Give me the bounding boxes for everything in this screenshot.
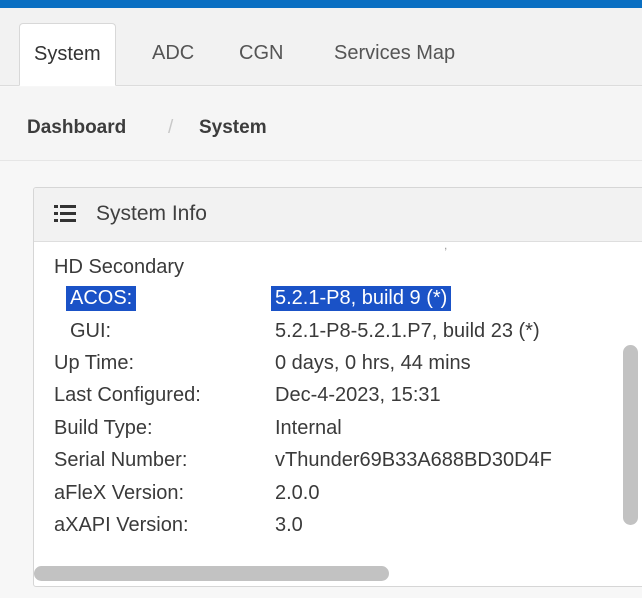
top-accent-bar bbox=[0, 0, 642, 8]
build-type-label: Build Type: bbox=[54, 417, 153, 439]
system-info-panel: System Info , HD Secondary ACOS: 5.2.1-P… bbox=[33, 187, 642, 587]
gui-value: 5.2.1-P8-5.2.1.P7, build 23 (*) bbox=[275, 320, 540, 342]
uptime-value: 0 days, 0 hrs, 44 mins bbox=[275, 352, 471, 374]
main-tabbar: System ADC CGN Services Map bbox=[0, 8, 642, 86]
breadcrumb-separator: / bbox=[168, 117, 174, 138]
aflex-version-label: aFleX Version: bbox=[54, 482, 185, 504]
horizontal-scrollbar-thumb[interactable] bbox=[34, 566, 389, 581]
acos-label: ACOS: bbox=[66, 286, 137, 311]
aflex-version-value: 2.0.0 bbox=[275, 482, 320, 504]
list-icon bbox=[54, 205, 76, 222]
axapi-version-label: aXAPI Version: bbox=[54, 514, 189, 536]
tab-services-map[interactable]: Services Map bbox=[320, 23, 469, 86]
build-type-value: Internal bbox=[275, 417, 342, 439]
breadcrumb-system: System bbox=[199, 117, 267, 138]
tab-system[interactable]: System bbox=[19, 23, 116, 86]
system-info-content[interactable]: , HD Secondary ACOS: 5.2.1-P8, build 9 (… bbox=[34, 242, 642, 586]
section-heading: HD Secondary bbox=[54, 256, 185, 278]
breadcrumb-dashboard[interactable]: Dashboard bbox=[27, 117, 126, 139]
vertical-scrollbar-thumb[interactable] bbox=[623, 345, 638, 525]
axapi-version-value: 3.0 bbox=[275, 514, 303, 536]
serial-number-value: vThunder69B33A688BD30D4F bbox=[275, 449, 552, 471]
panel-header: System Info bbox=[34, 188, 642, 242]
last-configured-value: Dec-4-2023, 15:31 bbox=[275, 384, 441, 406]
panel-title: System Info bbox=[96, 202, 207, 225]
acos-label-text: ACOS: bbox=[66, 286, 137, 311]
acos-value-text: 5.2.1-P8, build 9 (*) bbox=[271, 286, 452, 311]
gui-label: GUI: bbox=[70, 320, 112, 342]
acos-value: 5.2.1-P8, build 9 (*) bbox=[271, 286, 452, 311]
clipped-text-fragment: , bbox=[444, 242, 448, 252]
uptime-label: Up Time: bbox=[54, 352, 135, 374]
tab-cgn[interactable]: CGN bbox=[225, 23, 297, 86]
last-configured-label: Last Configured: bbox=[54, 384, 201, 406]
tab-adc[interactable]: ADC bbox=[138, 23, 208, 86]
breadcrumb: Dashboard / System bbox=[0, 87, 642, 161]
serial-number-label: Serial Number: bbox=[54, 449, 188, 471]
